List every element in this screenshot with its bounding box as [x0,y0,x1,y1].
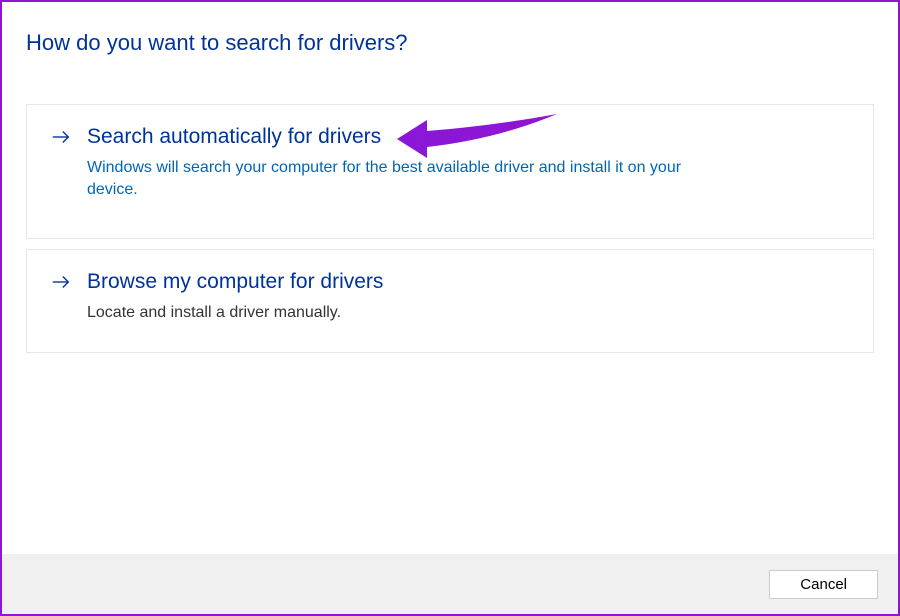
option-title: Browse my computer for drivers [87,270,383,294]
arrow-right-icon [49,125,73,149]
arrow-right-icon [49,270,73,294]
cancel-button[interactable]: Cancel [769,570,878,599]
option-search-automatically[interactable]: Search automatically for drivers Windows… [26,104,874,239]
option-title: Search automatically for drivers [87,125,381,149]
option-description: Windows will search your computer for th… [87,157,727,202]
page-title: How do you want to search for drivers? [26,30,874,56]
option-browse-computer[interactable]: Browse my computer for drivers Locate an… [26,249,874,353]
option-description: Locate and install a driver manually. [87,302,851,324]
dialog-footer: Cancel [2,554,898,614]
